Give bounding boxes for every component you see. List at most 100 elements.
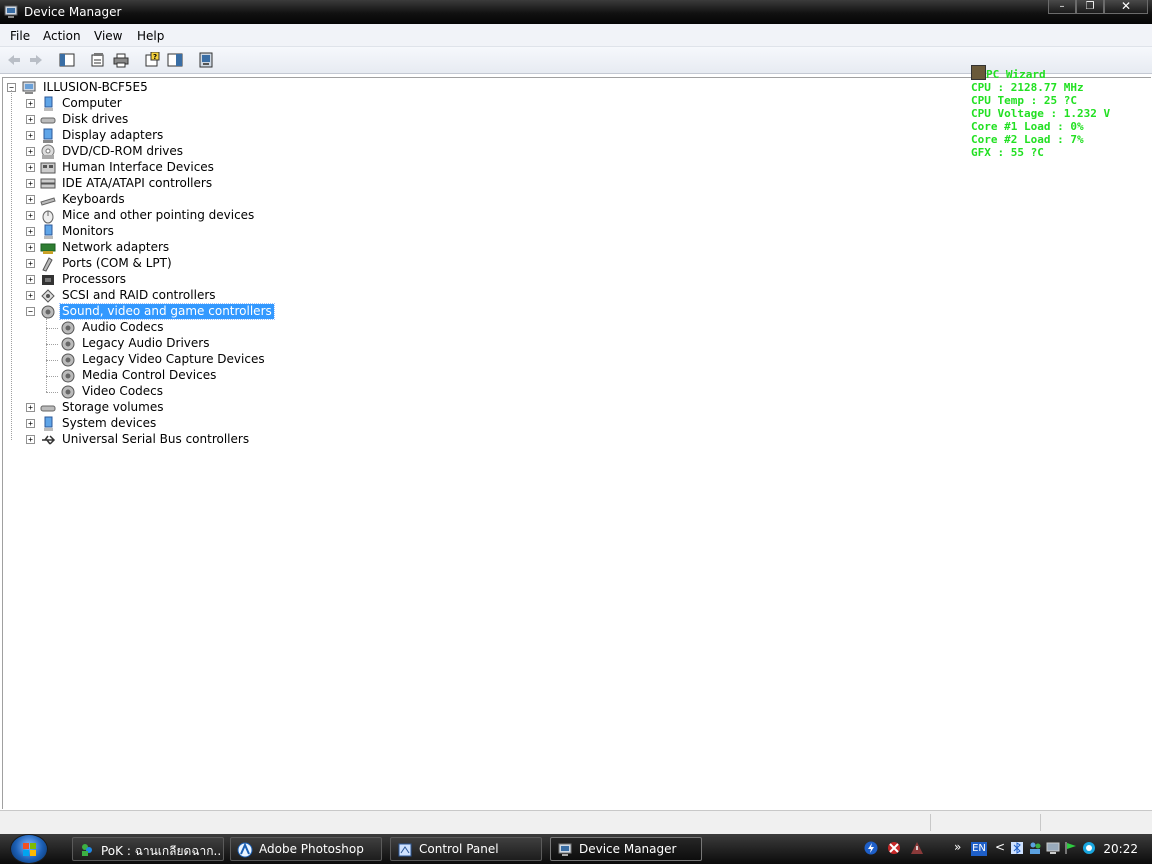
expand-toggle[interactable]: +: [26, 147, 35, 156]
expand-toggle[interactable]: +: [26, 259, 35, 268]
expand-toggle[interactable]: +: [26, 243, 35, 252]
wizard-cpu-speed: CPU : 2128.77 MHz: [971, 81, 1084, 94]
tree-category-label: Network adapters: [62, 240, 170, 254]
users-icon[interactable]: [1028, 841, 1042, 855]
tree-category-label: Universal Serial Bus controllers: [62, 432, 250, 446]
menu-help[interactable]: Help: [137, 29, 164, 43]
svg-text:?: ?: [153, 53, 157, 61]
taskbar-item-photoshop[interactable]: Adobe Photoshop: [230, 837, 382, 861]
lightning-icon[interactable]: [864, 841, 878, 855]
processor-icon: [42, 275, 54, 285]
forward-arrow-icon[interactable]: [28, 52, 44, 68]
mouse-icon: [42, 210, 54, 224]
restore-button[interactable]: ❐: [1076, 0, 1104, 14]
properties-icon[interactable]: [90, 52, 106, 68]
menu-action[interactable]: Action: [43, 29, 81, 43]
tree-category-label: Display adapters: [62, 128, 164, 142]
print-icon[interactable]: [113, 52, 129, 68]
hid-icon: [40, 162, 56, 174]
tree-connector-line: [46, 344, 58, 345]
codec-icon: [61, 321, 75, 335]
minimize-button[interactable]: –: [1048, 0, 1076, 14]
tray-overflow-button[interactable]: »: [954, 840, 961, 854]
pc-wizard-overlay: PC Wizard CPU : 2128.77 MHz CPU Temp : 2…: [971, 65, 1110, 159]
windows-logo-icon: [23, 843, 36, 856]
menu-file[interactable]: File: [10, 29, 30, 43]
expand-toggle[interactable]: +: [26, 115, 35, 124]
device-tree-panel[interactable]: − ILLUSION-BCF5E5 + Computer + Disk drives +…: [2, 77, 1151, 809]
status-separator: [930, 814, 931, 831]
expand-toggle[interactable]: +: [26, 131, 35, 140]
expand-toggle[interactable]: +: [26, 211, 35, 220]
tree-connector-line: [46, 318, 47, 392]
taskbar-item-messenger[interactable]: PoK : ฉานเกลียดฉาก...: [72, 837, 224, 861]
tree-category-label: Keyboards: [62, 192, 125, 206]
tree-category-label: SCSI and RAID controllers: [62, 288, 216, 302]
scan-hardware-icon[interactable]: [198, 52, 214, 68]
expand-toggle[interactable]: +: [26, 403, 35, 412]
sound-icon: [41, 305, 55, 319]
sync-icon[interactable]: [1082, 841, 1096, 855]
title-bar[interactable]: Device Manager – ❐ ✕: [0, 0, 1152, 24]
wizard-core1-load: Core #1 Load : 0%: [971, 120, 1084, 133]
expand-toggle[interactable]: +: [26, 435, 35, 444]
expand-toggle[interactable]: +: [26, 227, 35, 236]
tree-category-label: Computer: [62, 96, 122, 110]
tree-connector-line: [46, 360, 58, 361]
display-adapter-icon: [43, 128, 53, 143]
expand-toggle[interactable]: +: [26, 195, 35, 204]
security-icon[interactable]: [887, 841, 901, 855]
show-hide-tree-icon[interactable]: [59, 52, 75, 68]
clock[interactable]: 20:22: [1103, 842, 1138, 856]
language-indicator[interactable]: EN: [971, 842, 987, 856]
show-hide-action-pane-icon[interactable]: [167, 52, 183, 68]
close-button[interactable]: ✕: [1104, 0, 1148, 14]
help-icon[interactable]: ?: [144, 52, 160, 68]
taskbar-item-label: Adobe Photoshop: [259, 842, 364, 856]
collapse-toggle[interactable]: −: [26, 307, 35, 316]
wizard-core2-load: Core #2 Load : 7%: [971, 133, 1084, 146]
taskbar-item-device-manager[interactable]: Device Manager: [550, 837, 702, 861]
tree-category-label: System devices: [62, 416, 157, 430]
flag-icon[interactable]: [1064, 841, 1078, 855]
ide-controller-icon: [40, 178, 56, 189]
taskbar-item-control-panel[interactable]: Control Panel: [390, 837, 542, 861]
status-bar: [0, 810, 1152, 835]
control-panel-icon: [398, 843, 412, 857]
photoshop-icon: [237, 842, 253, 858]
tree-device-label: Legacy Audio Drivers: [82, 336, 210, 350]
menu-view[interactable]: View: [94, 29, 122, 43]
taskbar-item-label: Device Manager: [579, 842, 677, 856]
status-separator: [1040, 814, 1041, 831]
codec-icon: [61, 385, 75, 399]
display-icon[interactable]: [1046, 841, 1060, 855]
expand-toggle[interactable]: +: [26, 179, 35, 188]
bluetooth-icon[interactable]: [1010, 841, 1024, 855]
port-icon: [42, 257, 53, 272]
tree-connector-line: [11, 90, 12, 440]
tree-category-label: Human Interface Devices: [62, 160, 214, 174]
start-button[interactable]: [10, 834, 48, 864]
tree-category-label: Processors: [62, 272, 127, 286]
wizard-gfx-temp: GFX : 55 ?C: [971, 146, 1044, 159]
expand-toggle[interactable]: +: [26, 275, 35, 284]
taskbar-item-label: Control Panel: [419, 842, 499, 856]
expand-toggle[interactable]: +: [26, 419, 35, 428]
codec-icon: [61, 337, 75, 351]
storage-volume-icon: [40, 405, 56, 412]
tree-category-label: DVD/CD-ROM drives: [62, 144, 184, 158]
keyboard-icon: [40, 197, 56, 206]
tree-device-label: Legacy Video Capture Devices: [82, 352, 265, 366]
messenger-icon: [82, 844, 92, 856]
expand-toggle[interactable]: +: [26, 291, 35, 300]
network-warning-icon[interactable]: [910, 841, 924, 855]
back-arrow-icon[interactable]: [6, 52, 22, 68]
expand-toggle[interactable]: +: [26, 99, 35, 108]
tray-chevron[interactable]: <: [995, 840, 1005, 854]
expand-toggle[interactable]: +: [26, 163, 35, 172]
system-tray: » EN < 20:22: [860, 834, 1152, 864]
wizard-cpu-temp: CPU Temp : 25 ?C: [971, 94, 1077, 107]
dvd-drive-icon: [41, 144, 55, 159]
tree-category-label: Storage volumes: [62, 400, 164, 414]
tree-device-label: Audio Codecs: [82, 320, 164, 334]
